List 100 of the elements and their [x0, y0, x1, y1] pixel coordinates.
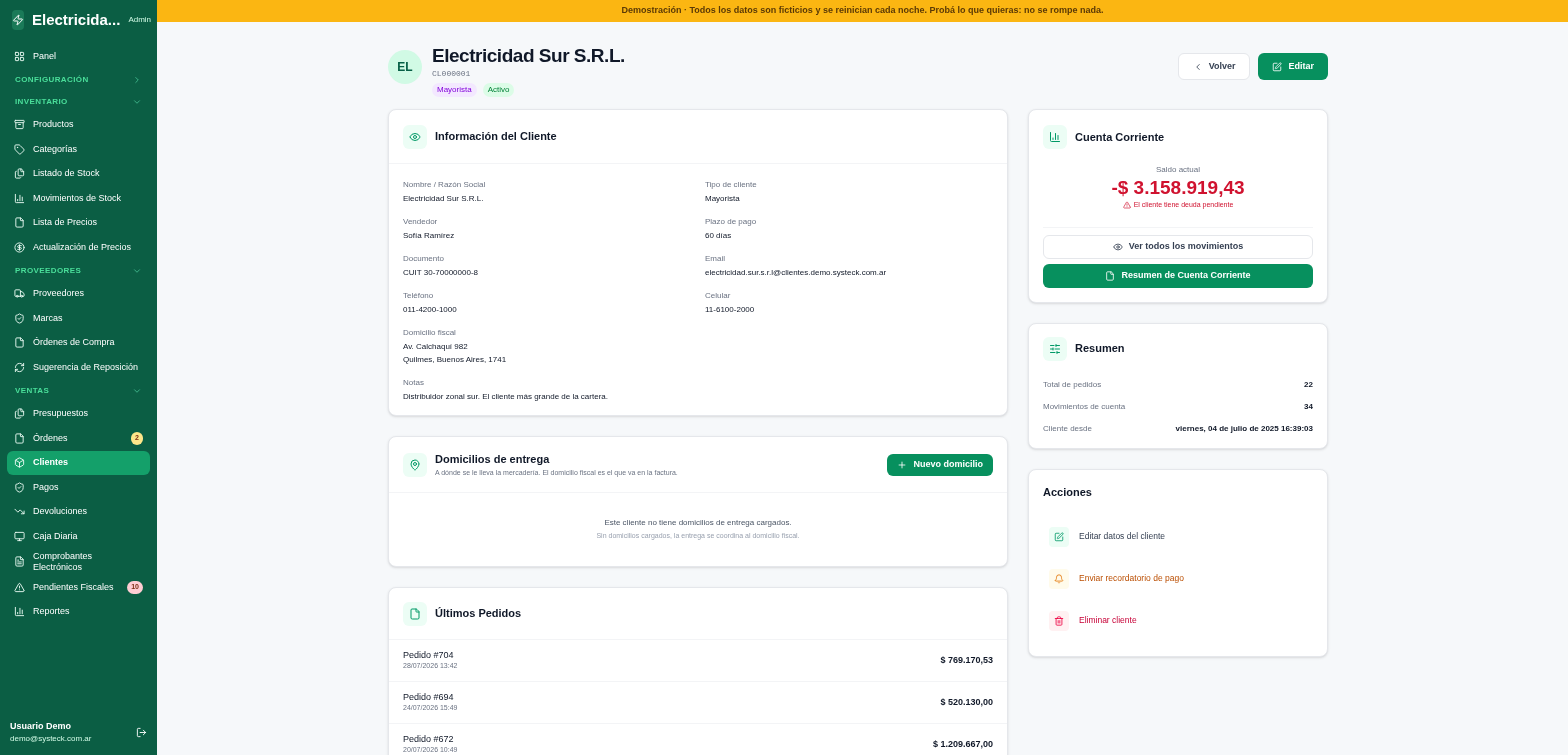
card-title: Últimos Pedidos — [435, 606, 522, 622]
order-number: Pedido #704 — [403, 650, 455, 661]
nav-item[interactable]: Comprobantes Electrónicos — [7, 548, 150, 575]
action-link[interactable]: Editar datos del cliente — [1079, 530, 1165, 543]
view-movements-button[interactable]: Ver todos los movimientos — [1043, 234, 1313, 259]
nav-item[interactable]: Devoluciones — [7, 499, 150, 524]
nav-item[interactable]: Presupuestos — [7, 401, 150, 426]
field-label: Celular — [705, 290, 732, 302]
client-tag: Mayorista — [432, 83, 477, 97]
nav-item[interactable]: Productos — [7, 112, 150, 137]
trash-icon — [1049, 610, 1069, 631]
nav-section-toggle[interactable]: INVENTARIO — [7, 90, 150, 113]
truck-icon — [14, 288, 25, 300]
order-amount: $ 769.170,53 — [940, 653, 993, 667]
summary-value: viernes, 04 de julio de 2025 16:39:03 — [1175, 422, 1313, 435]
empty-message: Este cliente no tiene domicilios de entrega cargados. — [604, 517, 792, 530]
warning-icon — [1122, 201, 1131, 210]
nav-item[interactable]: Marcas — [7, 306, 150, 331]
archive-box-icon — [14, 119, 25, 131]
field-label: Domicilio fiscal — [403, 327, 457, 339]
action-link[interactable]: Enviar recordatorio de pago — [1079, 572, 1184, 585]
document-icon — [403, 601, 427, 626]
nav-item[interactable]: Pagos — [7, 475, 150, 500]
field-value: Av. Calchaquí 982 — [403, 341, 469, 353]
client-code: CL000001 — [432, 68, 472, 80]
logout-icon[interactable] — [136, 726, 147, 738]
summary-value: 22 — [1304, 378, 1313, 391]
nav-item[interactable]: Lista de Precios — [7, 210, 150, 235]
nav-item[interactable]: Panel — [7, 44, 150, 69]
field-value: electricidad.sur.s.r.l@clientes.demo.systeck.com.ar — [705, 267, 888, 279]
grid-icon — [14, 50, 25, 62]
plus-icon — [897, 459, 908, 470]
field-label: Tipo de cliente — [705, 179, 758, 191]
card-title: Acciones — [1043, 485, 1092, 501]
nav-section-toggle[interactable]: PROVEEDORES — [7, 259, 150, 282]
field-value: 60 días — [705, 230, 733, 242]
nav-item[interactable]: Proveedores — [7, 281, 150, 306]
nav-item[interactable]: Órdenes de Compra — [7, 330, 150, 355]
nav-item[interactable]: Categorías — [7, 137, 150, 162]
field-value: 11-6100-2000 — [705, 304, 756, 316]
document-icon — [14, 217, 25, 229]
monitor-icon — [14, 530, 25, 542]
field-value: CUIT 30-70000000-8 — [403, 267, 479, 279]
sliders-icon — [1043, 336, 1067, 361]
eye-icon — [403, 124, 427, 149]
card-title: Domicilios de entrega — [435, 452, 551, 467]
client-tag: Activo — [482, 83, 515, 97]
edit-button[interactable]: Editar — [1258, 53, 1328, 80]
warning-icon — [14, 581, 25, 593]
nav-item[interactable]: Listado de Stock — [7, 161, 150, 186]
user-email: demo@systeck.com.ar — [10, 733, 92, 745]
cube-icon — [14, 457, 25, 469]
bell-icon — [1049, 568, 1069, 589]
summary-label: Cliente desde — [1043, 422, 1092, 435]
refresh-icon — [14, 361, 25, 373]
edit-icon — [1049, 526, 1069, 547]
document-icon — [1105, 270, 1116, 281]
nav-item[interactable]: Actualización de Precios — [7, 235, 150, 260]
demo-banner: Demostración · Todos los datos son ficticios y se reinician cada noche. Probá lo que quieras: no se rompe nada. — [157, 0, 1568, 22]
nav-item[interactable]: Movimientos de Stock — [7, 186, 150, 211]
order-amount: $ 1.209.667,00 — [932, 737, 993, 751]
card-title: Información del Cliente — [435, 129, 557, 145]
field-value: Mayorista — [705, 193, 741, 205]
avatar-initials: EL — [388, 50, 422, 84]
summary-value: 34 — [1304, 400, 1313, 413]
shield-check-icon — [14, 312, 25, 324]
nav-section-toggle[interactable]: VENTAS — [7, 379, 150, 402]
nav-item[interactable]: Caja Diaria — [7, 524, 150, 549]
shield-check-icon — [14, 481, 25, 493]
files-icon — [14, 408, 25, 420]
field-label: Notas — [403, 377, 425, 389]
field-label: Documento — [403, 253, 445, 265]
field-label: Vendedor — [403, 216, 439, 228]
eye-icon — [1112, 241, 1123, 252]
lightning-logo-icon — [12, 10, 24, 30]
field-label: Nombre / Razón Social — [403, 179, 487, 191]
document-icon — [14, 432, 25, 444]
bar-chart-icon — [1043, 125, 1067, 149]
back-button[interactable]: Volver — [1177, 53, 1251, 80]
field-label: Email — [705, 253, 726, 265]
brand-name: Electricida... — [32, 9, 121, 30]
dollar-coin-icon — [14, 241, 25, 253]
nav-item[interactable]: Reportes — [7, 599, 150, 624]
document-icon — [14, 337, 25, 349]
balance-label: Saldo actual — [1156, 164, 1200, 176]
action-link[interactable]: Eliminar cliente — [1079, 614, 1137, 627]
order-amount: $ 520.130,00 — [940, 695, 993, 709]
new-address-button[interactable]: Nuevo domicilio — [887, 453, 993, 476]
chevron-icon — [132, 74, 142, 85]
field-value: 011-4200-1000 — [403, 304, 458, 316]
account-statement-button[interactable]: Resumen de Cuenta Corriente — [1043, 263, 1313, 288]
map-pin-icon — [403, 452, 427, 477]
document-text-icon — [14, 556, 25, 568]
summary-label: Movimientos de cuenta — [1043, 400, 1126, 413]
nav-item[interactable]: Sugerencia de Reposición — [7, 355, 150, 380]
files-icon — [14, 168, 25, 180]
balance-amount: -$ 3.158.919,43 — [1111, 176, 1245, 200]
tag-icon — [14, 143, 25, 155]
nav-section-toggle[interactable]: CONFIGURACIÓN — [7, 68, 150, 91]
field-value: Quilmes, Buenos Aires, 1741 — [403, 354, 508, 366]
